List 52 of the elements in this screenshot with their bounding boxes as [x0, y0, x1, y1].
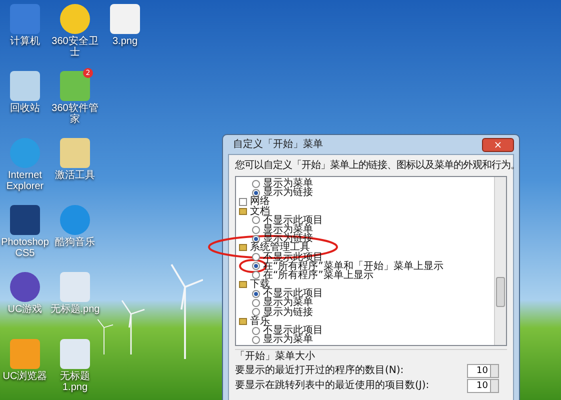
category-label: 系统管理工具 — [250, 243, 310, 253]
radio-button[interactable] — [252, 290, 260, 298]
icon-label[interactable]: 酷狗音乐 — [55, 237, 95, 248]
option-label: 在“所有程序”菜单上显示 — [263, 270, 374, 280]
option-label: 显示为菜单 — [263, 298, 313, 308]
category-label: 下载 — [250, 280, 270, 290]
window-title: 自定义「开始」菜单 — [232, 138, 323, 152]
setting-label: 要显示的最近打开过的程序的数目(N): — [235, 365, 404, 377]
category-label: 文档 — [250, 206, 270, 216]
setting-label: 要显示在跳转列表中的最近使用的项目数(J): — [235, 380, 430, 392]
icon-label[interactable]: UC浏览器 — [2, 371, 48, 382]
icon-label[interactable]: 3.png — [112, 36, 138, 47]
icon-label[interactable]: 激活工具 — [55, 170, 95, 181]
radio-button[interactable] — [252, 253, 260, 262]
radio-button[interactable] — [252, 180, 260, 188]
radio-button[interactable] — [252, 234, 260, 243]
icon-label[interactable]: 360安全卫士 — [50, 36, 100, 58]
number-spinner[interactable]: 10 — [467, 379, 499, 393]
radio-button[interactable] — [252, 299, 260, 308]
group-title: 「开始」菜单大小 — [235, 351, 316, 363]
option-label: 不显示此项目 — [263, 289, 323, 298]
description-text: 您可以自定义「开始」菜单上的链接、图标以及菜单的外观和行为。 — [235, 159, 520, 172]
radio-button[interactable] — [252, 216, 260, 224]
radio-button[interactable] — [252, 262, 260, 270]
icon-label[interactable]: Photoshop CS5 — [0, 237, 50, 259]
image-thumbnail[interactable] — [110, 4, 140, 34]
close-button[interactable]: × — [482, 138, 514, 152]
radio-button[interactable] — [252, 188, 260, 197]
radio-button[interactable] — [252, 308, 260, 316]
checkbox[interactable] — [239, 198, 247, 206]
scrollbar[interactable] — [494, 177, 506, 345]
number-spinner[interactable]: 10 — [467, 364, 499, 378]
icon-label[interactable]: 360软件管家 — [50, 103, 100, 125]
icon-label[interactable]: Internet Explorer — [0, 170, 50, 192]
option-label: 显示为链接 — [263, 308, 313, 317]
option-label: 显示为菜单 — [263, 335, 313, 344]
radio-button[interactable] — [252, 226, 260, 234]
category-label: 音乐 — [250, 316, 270, 326]
radio-button[interactable] — [252, 336, 260, 344]
icon-label[interactable]: 回收站 — [10, 103, 40, 114]
option-label: 不显示此项目 — [263, 216, 323, 225]
option-label: 显示为菜单 — [263, 179, 313, 188]
image-thumbnail[interactable] — [60, 339, 90, 369]
category-label: 网络 — [250, 197, 270, 207]
option-label: 显示为链接 — [263, 188, 313, 198]
option-label: 显示为菜单 — [263, 224, 313, 234]
icon-label[interactable]: 无标题1.png — [50, 371, 100, 393]
icon-label[interactable]: 计算机 — [10, 36, 40, 47]
image-thumbnail[interactable] — [60, 272, 90, 302]
option-label: 不显示此项目 — [263, 326, 323, 336]
radio-button[interactable] — [252, 326, 260, 335]
radio-button[interactable] — [252, 271, 260, 280]
